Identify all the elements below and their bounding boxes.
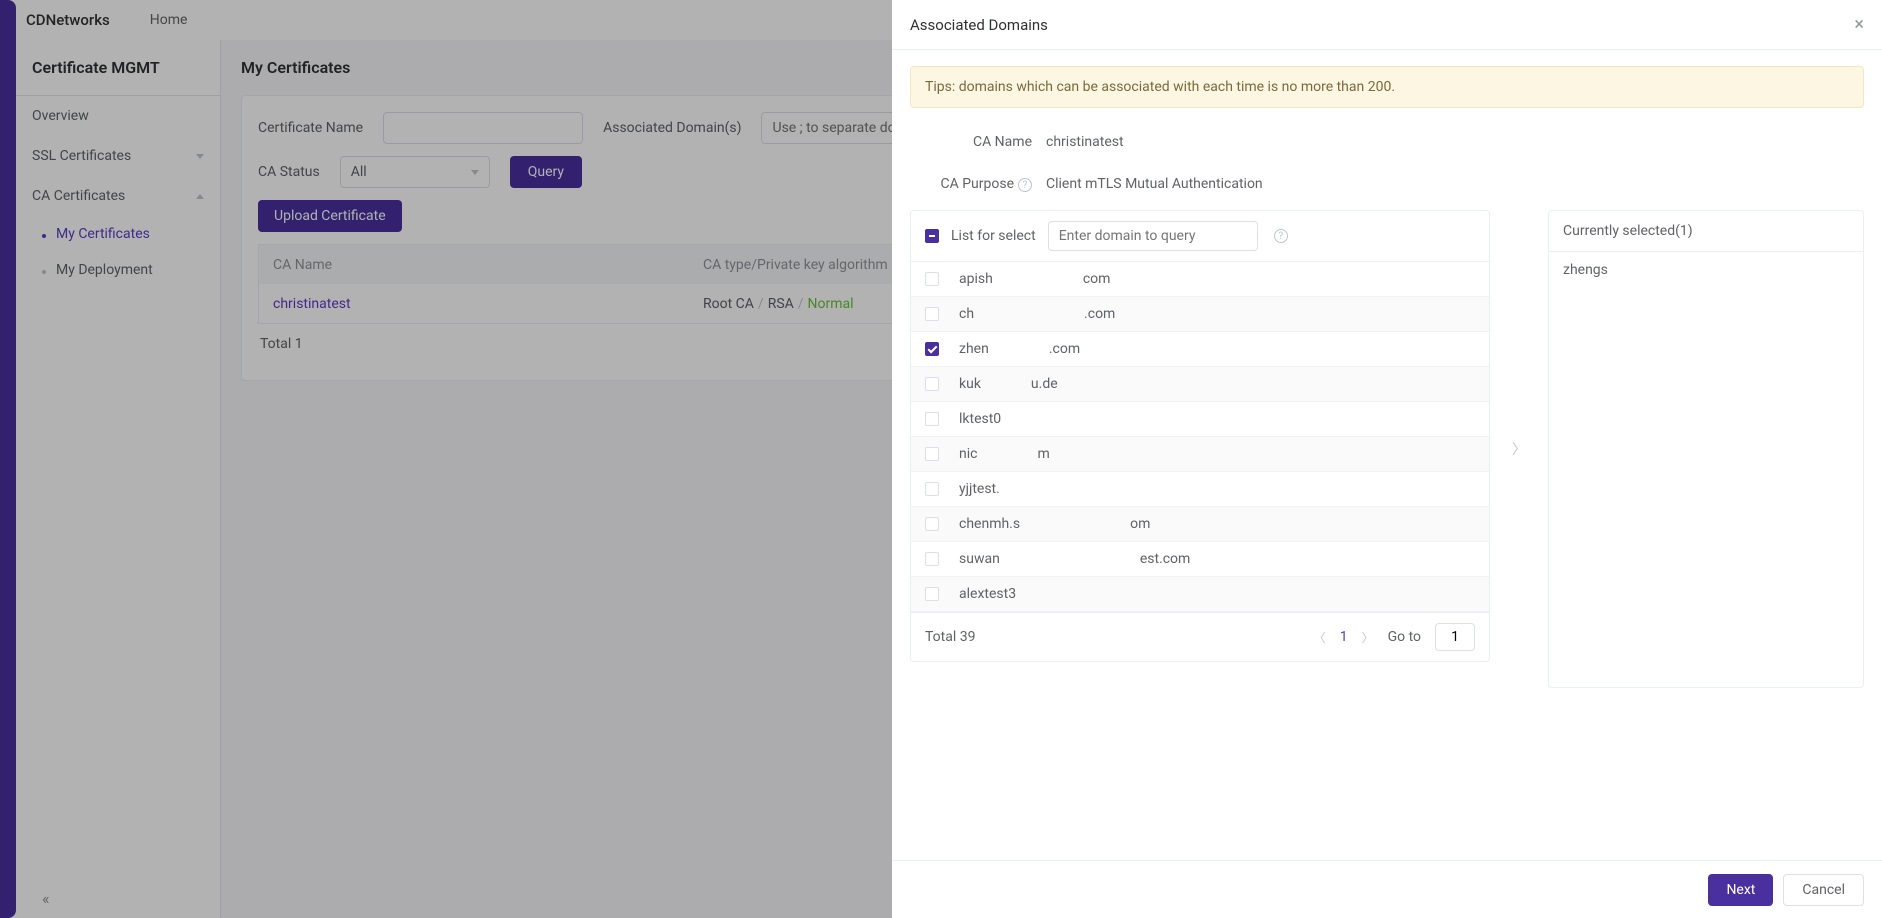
domain-text: zhen.com xyxy=(959,341,1080,357)
list-for-select-label: List for select xyxy=(951,228,1036,244)
domain-checkbox[interactable] xyxy=(925,447,939,461)
domain-checkbox[interactable] xyxy=(925,517,939,531)
domain-list[interactable]: apishcom ch.com zhen.com kuku.de lktest0 nicm… xyxy=(911,262,1489,612)
domain-row[interactable]: yjjtest. xyxy=(911,472,1489,507)
domain-row[interactable]: suwanest.com xyxy=(911,542,1489,577)
redacted-text xyxy=(981,378,1031,390)
transfer-right-icon[interactable]: 〉 xyxy=(1508,435,1530,463)
domain-row[interactable]: nicm xyxy=(911,437,1489,472)
domain-row[interactable]: alextest3 xyxy=(911,577,1489,612)
page-number[interactable]: 1 xyxy=(1340,629,1348,645)
redacted-text xyxy=(1020,518,1130,530)
ca-name-value: christinatest xyxy=(1046,134,1124,150)
domain-row[interactable]: chenmh.som xyxy=(911,507,1489,542)
ca-purpose-label: CA Purpose? xyxy=(910,176,1032,192)
domain-text: kuku.de xyxy=(959,376,1058,392)
redacted-text xyxy=(1001,413,1051,425)
goto-page-input[interactable] xyxy=(1435,623,1475,651)
redacted-text xyxy=(1000,553,1140,565)
prev-page-icon[interactable]: 〈 xyxy=(1314,629,1326,646)
domain-search-input[interactable] xyxy=(1048,221,1258,251)
pagination: 〈 1 〉 Go to xyxy=(1314,623,1475,651)
redacted-text xyxy=(974,308,1084,320)
help-icon[interactable]: ? xyxy=(1274,229,1288,243)
domain-row[interactable]: ch.com xyxy=(911,297,1489,332)
drawer-header: Associated Domains × xyxy=(892,0,1882,50)
selected-domain-text: zhengs xyxy=(1563,262,1608,278)
associated-domains-drawer: Associated Domains × Tips: domains which… xyxy=(892,0,1882,918)
ca-purpose-value: Client mTLS Mutual Authentication xyxy=(1046,176,1263,192)
domain-row[interactable]: lktest0 xyxy=(911,402,1489,437)
domain-text: suwanest.com xyxy=(959,551,1190,567)
domain-checkbox[interactable] xyxy=(925,587,939,601)
redacted-text xyxy=(977,448,1037,460)
domain-text: yjjtest. xyxy=(959,481,1060,497)
next-page-icon[interactable]: 〉 xyxy=(1362,629,1374,646)
domain-checkbox[interactable] xyxy=(925,307,939,321)
domain-checkbox[interactable] xyxy=(925,342,939,356)
selected-panel: Currently selected(1) zhengs xyxy=(1548,210,1864,688)
close-icon[interactable]: × xyxy=(1854,14,1864,35)
select-all-checkbox[interactable] xyxy=(925,229,939,243)
selected-title: Currently selected(1) xyxy=(1549,211,1863,252)
help-icon[interactable]: ? xyxy=(1018,178,1032,192)
drawer-footer: Next Cancel xyxy=(892,860,1882,918)
domain-text: alextest3 xyxy=(959,586,1116,602)
list-total: Total 39 xyxy=(925,629,975,645)
domain-row[interactable]: zhen.com xyxy=(911,332,1489,367)
domain-checkbox[interactable] xyxy=(925,412,939,426)
goto-label: Go to xyxy=(1388,629,1421,645)
domain-checkbox[interactable] xyxy=(925,552,939,566)
domain-text: ch.com xyxy=(959,306,1115,322)
transfer-panel: List for select ? apishcom ch.com zhen.com… xyxy=(910,210,1864,688)
selected-item[interactable]: zhengs xyxy=(1549,252,1863,288)
domain-text: chenmh.som xyxy=(959,516,1150,532)
redacted-text xyxy=(1016,588,1116,600)
cancel-button[interactable]: Cancel xyxy=(1783,874,1864,906)
redacted-text xyxy=(1000,483,1060,495)
domain-text: lktest0 xyxy=(959,411,1051,427)
domain-checkbox[interactable] xyxy=(925,377,939,391)
domain-checkbox[interactable] xyxy=(925,272,939,286)
drawer-title: Associated Domains xyxy=(910,16,1048,34)
next-button[interactable]: Next xyxy=(1708,874,1773,906)
domain-list-panel: List for select ? apishcom ch.com zhen.com… xyxy=(910,210,1490,662)
tip-banner: Tips: domains which can be associated wi… xyxy=(910,66,1864,108)
domain-text: nicm xyxy=(959,446,1050,462)
redacted-text xyxy=(1608,264,1668,276)
domain-text: apishcom xyxy=(959,271,1110,287)
domain-row[interactable]: kuku.de xyxy=(911,367,1489,402)
redacted-text xyxy=(993,273,1083,285)
domain-checkbox[interactable] xyxy=(925,482,939,496)
drawer-body: Tips: domains which can be associated wi… xyxy=(892,50,1882,860)
domain-row[interactable]: apishcom xyxy=(911,262,1489,297)
ca-name-label: CA Name xyxy=(910,134,1032,150)
redacted-text xyxy=(989,343,1049,355)
